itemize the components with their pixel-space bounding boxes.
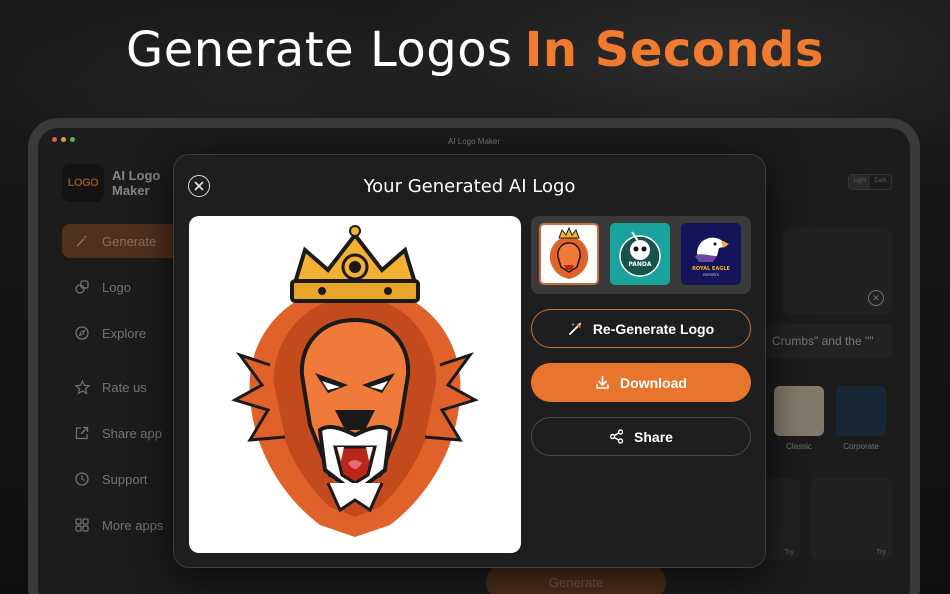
style-label: Classic — [786, 442, 812, 451]
window-titlebar: AI Logo Maker — [38, 128, 910, 154]
panda-thumb-text: PANDA — [628, 261, 651, 268]
share-out-icon — [74, 425, 90, 441]
logo-variant-strip: PANDA ROYAL EAGLE ESPORTS — [531, 216, 751, 294]
sidebar-item-label: More apps — [102, 517, 164, 533]
regenerate-label: Re-Generate Logo — [592, 320, 715, 337]
regenerate-logo-button[interactable]: Re-Generate Logo — [531, 309, 751, 348]
sidebar-item-label: Generate — [102, 233, 157, 249]
panda-logo-thumb: PANDA — [619, 231, 661, 277]
app-logo: LOGO — [62, 164, 104, 202]
share-button[interactable]: Share — [531, 417, 751, 456]
generated-logo-modal: Your Generated AI Logo PANDA ROYAL EAGLE… — [173, 154, 766, 568]
eagle-thumb-text: ROYAL EAGLE — [692, 266, 730, 272]
maximize-window-dot[interactable] — [70, 137, 75, 142]
lion-logo-thumb — [549, 227, 589, 279]
magic-wand-icon — [74, 233, 90, 249]
download-label: Download — [620, 374, 687, 391]
lion-logo-image — [231, 224, 479, 537]
modal-title: Your Generated AI Logo — [363, 176, 576, 197]
theme-dark-option[interactable]: Dark — [870, 175, 891, 189]
try-label: Try — [876, 549, 886, 556]
eagle-thumb-subtext: ESPORTS — [703, 273, 720, 277]
sidebar-item-label: Explore — [102, 325, 147, 341]
generate-button[interactable]: Generate — [486, 564, 666, 594]
clear-prompt-icon[interactable]: ✕ — [868, 290, 884, 306]
eagle-logo-thumb: ROYAL EAGLE ESPORTS — [692, 237, 731, 277]
sidebar-item-label: Share app — [102, 425, 162, 441]
sidebar-item-label: Rate us — [102, 379, 147, 395]
shapes-icon — [74, 279, 90, 295]
style-options: Classic Corporate — [774, 386, 886, 451]
sidebar-item-label: Support — [102, 471, 148, 487]
headline-text: Generate Logos — [126, 22, 513, 78]
template-card[interactable]: Try — [810, 478, 892, 560]
download-icon — [596, 375, 609, 389]
grid-icon — [74, 517, 90, 533]
style-thumb — [836, 386, 886, 436]
prompt-suggestion[interactable]: Crumbs" and the "" — [766, 324, 892, 358]
variant-eagle-thumb[interactable]: ROYAL EAGLE ESPORTS — [681, 223, 741, 285]
window-controls[interactable] — [52, 137, 75, 142]
style-label: Corporate — [843, 442, 879, 451]
app-name-line-2: Maker — [112, 183, 150, 198]
theme-toggle[interactable]: Light Dark — [848, 174, 892, 190]
style-thumb — [774, 386, 824, 436]
style-corporate[interactable]: Corporate — [836, 386, 886, 451]
app-name-line-1: AI Logo — [112, 168, 161, 183]
headline-accent: In Seconds — [524, 22, 824, 78]
download-button[interactable]: Download — [531, 363, 751, 402]
theme-light-option[interactable]: Light — [849, 175, 871, 189]
share-icon — [609, 429, 624, 444]
app-name: AI Logo Maker — [112, 168, 160, 198]
window-title: AI Logo Maker — [447, 136, 501, 146]
clock-icon — [74, 471, 90, 487]
share-label: Share — [634, 428, 673, 445]
compass-icon — [74, 325, 90, 341]
marketing-headline: Generate Logos In Seconds — [0, 22, 950, 78]
logo-preview — [189, 216, 521, 553]
style-classic[interactable]: Classic — [774, 386, 824, 451]
magic-wand-icon — [568, 322, 582, 335]
sidebar: LOGO AI Logo Maker Generate Logo Explore… — [52, 164, 192, 554]
close-window-dot[interactable] — [52, 137, 57, 142]
minimize-window-dot[interactable] — [61, 137, 66, 142]
star-icon — [74, 379, 90, 395]
variant-lion-thumb[interactable] — [539, 223, 599, 285]
sidebar-item-label: Logo — [102, 279, 131, 295]
variant-panda-thumb[interactable]: PANDA — [610, 223, 670, 285]
try-label: Try — [784, 549, 794, 556]
